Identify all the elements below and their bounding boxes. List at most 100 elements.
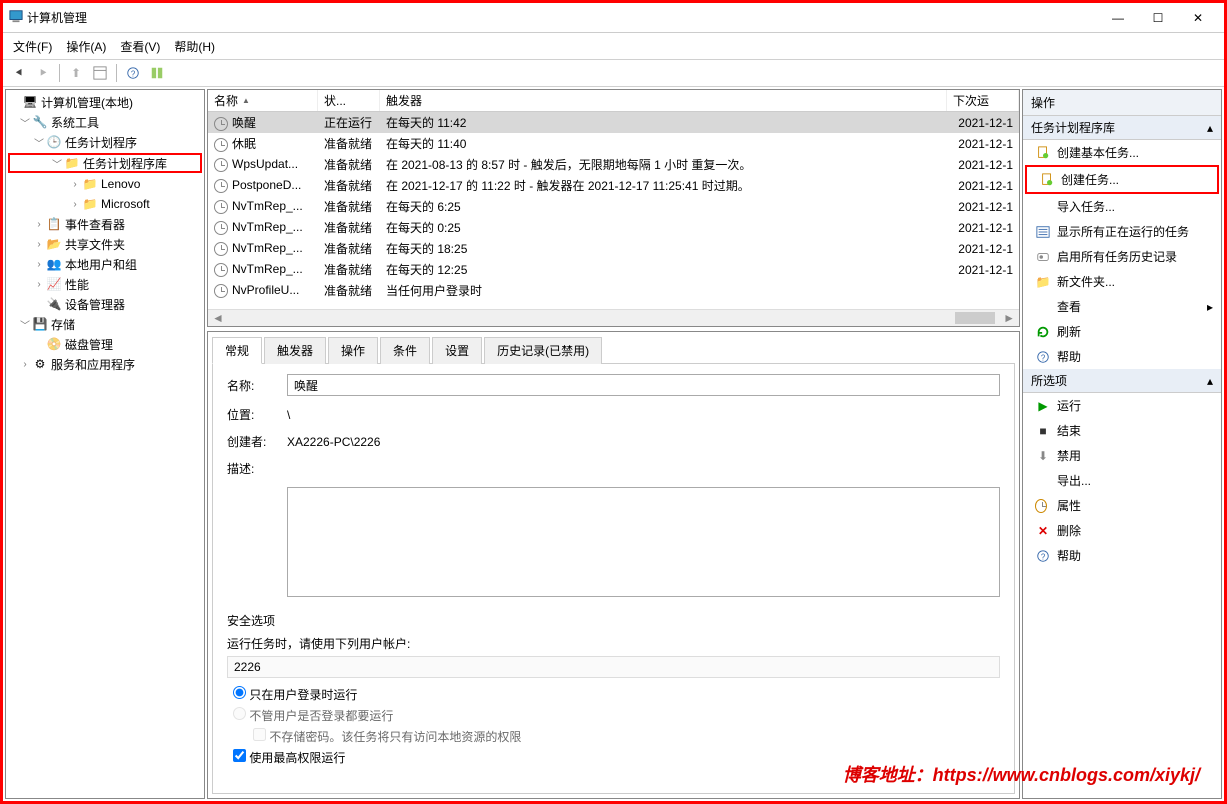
col-trigger[interactable]: 触发器 — [380, 90, 947, 111]
col-name[interactable]: 名称 — [208, 90, 318, 111]
desc-field[interactable] — [287, 487, 1000, 597]
menu-file[interactable]: 文件(F) — [9, 36, 56, 57]
tree-users[interactable]: 本地用户和组 — [65, 256, 137, 273]
content-area: 🖥计算机管理(本地) ﹀🔧系统工具 ﹀🕒任务计划程序 ﹀📁任务计划程序库 ›📁L… — [3, 87, 1224, 801]
tab-conditions[interactable]: 条件 — [380, 337, 430, 364]
tree-taskslib[interactable]: 任务计划程序库 — [83, 155, 167, 172]
tree-shared[interactable]: 共享文件夹 — [65, 236, 125, 253]
tab-actions[interactable]: 操作 — [328, 337, 378, 364]
tree-eventviewer[interactable]: 事件查看器 — [65, 216, 125, 233]
minimize-button[interactable]: — — [1098, 6, 1138, 30]
refresh-icon — [1035, 324, 1051, 340]
radio-logged-on[interactable]: 只在用户登录时运行 — [233, 686, 1000, 703]
tab-history[interactable]: 历史记录(已禁用) — [484, 337, 602, 364]
expand-icon[interactable]: › — [18, 359, 32, 370]
scroll-left-icon[interactable]: ◄ — [208, 311, 228, 325]
table-row[interactable]: NvTmRep_...准备就绪在每天的 0:252021-12-1 — [208, 217, 1019, 238]
nav-tree[interactable]: 🖥计算机管理(本地) ﹀🔧系统工具 ﹀🕒任务计划程序 ﹀📁任务计划程序库 ›📁L… — [5, 89, 205, 799]
run-as-account: 2226 — [227, 656, 1000, 678]
forward-button[interactable]: ⯈ — [33, 63, 53, 83]
help-button[interactable]: ? — [123, 63, 143, 83]
tree-services[interactable]: 服务和应用程序 — [51, 356, 135, 373]
action-item[interactable]: 创建基本任务... — [1023, 140, 1221, 165]
action-item[interactable]: ■结束 — [1023, 418, 1221, 443]
clock-icon — [214, 117, 228, 131]
tab-triggers[interactable]: 触发器 — [264, 337, 326, 364]
action-item[interactable]: ✕删除 — [1023, 518, 1221, 543]
titlebar: 计算机管理 — ☐ ✕ — [3, 3, 1224, 33]
clock-icon — [214, 284, 228, 298]
preview-button[interactable] — [147, 63, 167, 83]
action-item[interactable]: 查看▸ — [1023, 294, 1221, 319]
expand-icon[interactable]: › — [68, 199, 82, 210]
action-item[interactable]: 刷新 — [1023, 319, 1221, 344]
table-row[interactable]: 唤醒正在运行在每天的 11:422021-12-1 — [208, 112, 1019, 133]
expand-icon[interactable]: › — [32, 259, 46, 270]
check-no-password[interactable]: 不存储密码。该任务将只有访问本地资源的权限 — [253, 728, 1000, 745]
clock-icon — [214, 138, 228, 152]
expand-icon[interactable]: ﹀ — [18, 115, 32, 130]
back-button[interactable]: ⯇ — [9, 63, 29, 83]
table-row[interactable]: NvTmRep_...准备就绪在每天的 18:252021-12-1 — [208, 238, 1019, 259]
menu-action[interactable]: 操作(A) — [62, 36, 110, 57]
table-row[interactable]: NvTmRep_...准备就绪在每天的 6:252021-12-1 — [208, 196, 1019, 217]
expand-icon[interactable]: › — [32, 279, 46, 290]
tree-diskmgmt[interactable]: 磁盘管理 — [65, 336, 113, 353]
actions-group-library[interactable]: 任务计划程序库▴ — [1023, 116, 1221, 140]
view-button[interactable] — [90, 63, 110, 83]
action-item[interactable]: 📁新文件夹... — [1023, 269, 1221, 294]
event-icon: 📋 — [46, 216, 62, 232]
action-label: 属性 — [1057, 497, 1081, 514]
tree-tasksched[interactable]: 任务计划程序 — [65, 134, 137, 151]
list-body[interactable]: 唤醒正在运行在每天的 11:422021-12-1休眠准备就绪在每天的 11:4… — [208, 112, 1019, 309]
action-item[interactable]: ?帮助 — [1023, 543, 1221, 568]
col-next[interactable]: 下次运 — [947, 90, 1019, 111]
expand-icon[interactable]: › — [32, 239, 46, 250]
tree-root[interactable]: 计算机管理(本地) — [41, 94, 133, 111]
table-row[interactable]: NvProfileU...准备就绪当任何用户登录时 — [208, 280, 1019, 301]
actions-items-selected: ▶运行■结束⬇禁用导出... 属性 ✕删除?帮助 — [1023, 393, 1221, 568]
col-status[interactable]: 状... — [318, 90, 380, 111]
tree-perf[interactable]: 性能 — [65, 276, 89, 293]
action-item[interactable]: ▶运行 — [1023, 393, 1221, 418]
table-row[interactable]: NvTmRep_...准备就绪在每天的 12:252021-12-1 — [208, 259, 1019, 280]
scroll-thumb[interactable] — [955, 312, 995, 324]
collapse-icon[interactable]: ▴ — [1207, 121, 1213, 135]
action-item[interactable]: 启用所有任务历史记录 — [1023, 244, 1221, 269]
name-field[interactable] — [287, 374, 1000, 396]
maximize-button[interactable]: ☐ — [1138, 6, 1178, 30]
scroll-right-icon[interactable]: ► — [999, 311, 1019, 325]
radio-any-login[interactable]: 不管用户是否登录都要运行 — [233, 707, 1000, 724]
expand-icon[interactable]: ﹀ — [18, 317, 32, 332]
action-item[interactable]: ?帮助 — [1023, 344, 1221, 369]
action-item[interactable]: 属性 — [1023, 493, 1221, 518]
tree-lenovo[interactable]: Lenovo — [101, 177, 140, 191]
collapse-icon[interactable]: ▴ — [1207, 374, 1213, 388]
tree-microsoft[interactable]: Microsoft — [101, 197, 150, 211]
tree-systools[interactable]: 系统工具 — [51, 114, 99, 131]
tab-general[interactable]: 常规 — [212, 337, 262, 364]
table-row[interactable]: WpsUpdat...准备就绪在 2021-08-13 的 8:57 时 - 触… — [208, 154, 1019, 175]
action-item[interactable]: 显示所有正在运行的任务 — [1023, 219, 1221, 244]
tree-storage[interactable]: 存储 — [51, 316, 75, 333]
action-item[interactable]: ⬇禁用 — [1023, 443, 1221, 468]
tab-settings[interactable]: 设置 — [432, 337, 482, 364]
close-button[interactable]: ✕ — [1178, 6, 1218, 30]
action-item[interactable]: 创建任务... — [1025, 165, 1219, 194]
menu-view[interactable]: 查看(V) — [116, 36, 164, 57]
up-button[interactable]: ⬆ — [66, 63, 86, 83]
play-icon: ▶ — [1035, 398, 1051, 414]
table-row[interactable]: 休眠准备就绪在每天的 11:402021-12-1 — [208, 133, 1019, 154]
detail-pane: 常规 触发器 操作 条件 设置 历史记录(已禁用) 名称: 位置: \ — [207, 331, 1020, 799]
action-item[interactable]: 导入任务... — [1023, 194, 1221, 219]
expand-icon[interactable]: › — [68, 179, 82, 190]
menu-help[interactable]: 帮助(H) — [170, 36, 219, 57]
action-item[interactable]: 导出... — [1023, 468, 1221, 493]
expand-icon[interactable]: ﹀ — [32, 135, 46, 150]
tree-devmgr[interactable]: 设备管理器 — [65, 296, 125, 313]
horizontal-scrollbar[interactable]: ◄ ► — [208, 309, 1019, 326]
table-row[interactable]: PostponeD...准备就绪在 2021-12-17 的 11:22 时 -… — [208, 175, 1019, 196]
actions-group-selected[interactable]: 所选项▴ — [1023, 369, 1221, 393]
expand-icon[interactable]: ﹀ — [50, 156, 64, 171]
expand-icon[interactable]: › — [32, 219, 46, 230]
